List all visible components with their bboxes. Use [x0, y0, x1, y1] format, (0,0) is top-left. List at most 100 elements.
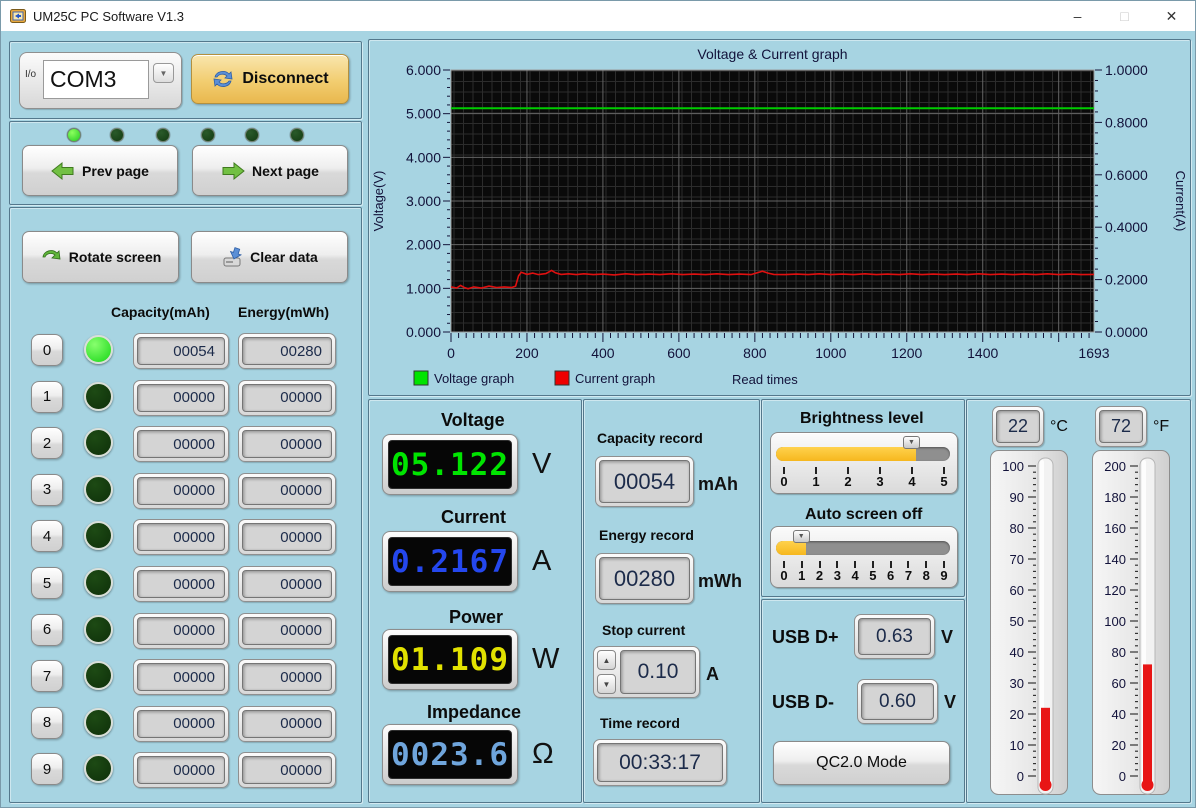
stop-current-down-button[interactable]: ▼	[597, 674, 616, 694]
svg-text:10: 10	[1010, 738, 1024, 753]
voltage-display: 05.122	[388, 440, 512, 489]
energy-value: 00000	[242, 523, 332, 552]
stop-current-up-button[interactable]: ▲	[597, 650, 616, 670]
memory-slot-button[interactable]: 9	[31, 753, 63, 786]
com-port-select[interactable]: I/o COM3 ▼	[19, 52, 182, 109]
rotate-screen-label: Rotate screen	[68, 249, 162, 265]
svg-text:Voltage(V): Voltage(V)	[371, 171, 386, 232]
stop-current-value[interactable]: 0.10	[620, 650, 696, 694]
energy-value: 00000	[242, 709, 332, 738]
svg-text:60: 60	[1010, 583, 1024, 598]
energy-field: 00000	[238, 705, 336, 742]
slider-thumb[interactable]: ▼	[792, 530, 810, 543]
window-controls: – □ ✕	[1054, 1, 1195, 31]
svg-text:60: 60	[1112, 676, 1126, 691]
svg-text:2.000: 2.000	[406, 237, 441, 253]
next-page-label: Next page	[252, 162, 319, 179]
capacity-field: 00054	[133, 333, 229, 369]
memory-slot-button[interactable]: 1	[31, 380, 63, 413]
memory-slot-led	[84, 381, 113, 411]
capacity-value: 00000	[137, 383, 225, 412]
svg-text:90: 90	[1010, 490, 1024, 505]
voltage-unit: V	[532, 448, 552, 480]
memory-slot-led	[84, 707, 113, 737]
slider-tick-label: 4	[908, 474, 916, 489]
power-display: 01.109	[388, 635, 512, 684]
memory-slot-led	[84, 521, 113, 551]
clear-data-button[interactable]: Clear data	[191, 231, 348, 283]
slider-tick-label: 6	[887, 568, 895, 583]
usb-dminus-unit: V	[944, 692, 957, 712]
slider-tick	[943, 561, 945, 568]
memory-slot-button[interactable]: 7	[31, 660, 63, 693]
memory-row: 6 00000 00000	[10, 612, 361, 649]
memory-slot-led	[84, 661, 113, 691]
svg-text:0.2000: 0.2000	[1105, 272, 1148, 288]
memory-slot-led	[84, 754, 113, 784]
maximize-button[interactable]: □	[1101, 1, 1148, 31]
energy-column-header: Energy(mWh)	[238, 304, 329, 320]
capacity-column-header: Capacity(mAh)	[111, 304, 210, 320]
svg-text:80: 80	[1112, 645, 1126, 660]
capacity-record-value: 00054	[599, 460, 690, 503]
memory-row: 0 00054 00280	[10, 333, 361, 369]
next-page-button[interactable]: Next page	[192, 145, 348, 196]
slider-tick-label: 2	[844, 474, 852, 489]
close-button[interactable]: ✕	[1148, 1, 1195, 31]
svg-text:0: 0	[447, 345, 455, 361]
capacity-value: 00000	[137, 709, 225, 738]
power-display-bezel: 01.109	[382, 629, 518, 690]
memory-row: 5 00000 00000	[10, 566, 361, 602]
memory-slot-button[interactable]: 0	[31, 334, 63, 366]
capacity-record-label: Capacity record	[597, 430, 703, 446]
records-group: Capacity record 00054 mAh Energy record …	[583, 399, 760, 803]
capacity-value: 00000	[137, 616, 225, 645]
energy-field: 00000	[238, 612, 336, 649]
memory-slot-button[interactable]: 2	[31, 427, 63, 460]
capacity-record-unit: mAh	[698, 474, 738, 494]
slider-tick-label: 8	[922, 568, 930, 583]
memory-slot-button[interactable]: 8	[31, 706, 63, 739]
disconnect-button[interactable]: Disconnect	[191, 54, 349, 104]
rotate-screen-button[interactable]: Rotate screen	[22, 231, 179, 283]
minimize-button[interactable]: –	[1054, 1, 1101, 31]
energy-value: 00000	[242, 756, 332, 785]
energy-field: 00280	[238, 333, 336, 369]
brightness-slider[interactable]: 0 1 2 3 4 5 ▼	[770, 432, 958, 494]
chart-legend: Voltage graph Current graph Read times	[413, 370, 798, 387]
page-led-3	[201, 128, 215, 142]
slider-thumb[interactable]: ▼	[903, 436, 920, 449]
qc-mode-button[interactable]: QC2.0 Mode	[773, 741, 950, 785]
slider-tick	[943, 467, 945, 474]
disconnect-label: Disconnect	[242, 70, 329, 87]
memory-slot-button[interactable]: 3	[31, 473, 63, 506]
device-settings-group: Brightness level 0 1 2 3 4 5 ▼ Auto screen off…	[761, 399, 965, 597]
energy-field: 00000	[238, 752, 336, 789]
brightness-label: Brightness level	[800, 410, 924, 427]
memory-slot-button[interactable]: 5	[31, 567, 63, 599]
slider-tick	[783, 561, 785, 568]
energy-field: 00000	[238, 519, 336, 556]
celsius-thermometer: 0 10 20 30 40 50 60 70 80 90 100	[990, 450, 1068, 795]
svg-text:0: 0	[1119, 769, 1126, 784]
usb-dplus-field: 0.63	[854, 614, 935, 659]
capacity-field: 00000	[133, 705, 229, 742]
svg-text:200: 200	[515, 345, 539, 361]
slider-track	[776, 541, 950, 555]
slider-tick-label: 4	[851, 568, 859, 583]
qc-mode-label: QC2.0 Mode	[816, 754, 907, 771]
window-title: UM25C PC Software V1.3	[33, 8, 185, 24]
prev-page-label: Prev page	[82, 162, 149, 179]
slider-track	[776, 447, 950, 461]
memory-slot-button[interactable]: 6	[31, 613, 63, 646]
memory-row: 7 00000 00000	[10, 659, 361, 696]
prev-page-button[interactable]: Prev page	[22, 145, 178, 196]
svg-text:0: 0	[1017, 769, 1024, 784]
memory-slot-button[interactable]: 4	[31, 520, 63, 553]
combo-dropdown-button[interactable]: ▼	[153, 63, 174, 83]
voltage-display-bezel: 05.122	[382, 434, 518, 495]
page-led-1	[110, 128, 124, 142]
auto-screen-off-slider[interactable]: 0 1 2 3 4 5 6 7 8 9 ▼	[770, 526, 958, 588]
capacity-field: 00000	[133, 426, 229, 463]
svg-text:400: 400	[591, 345, 615, 361]
